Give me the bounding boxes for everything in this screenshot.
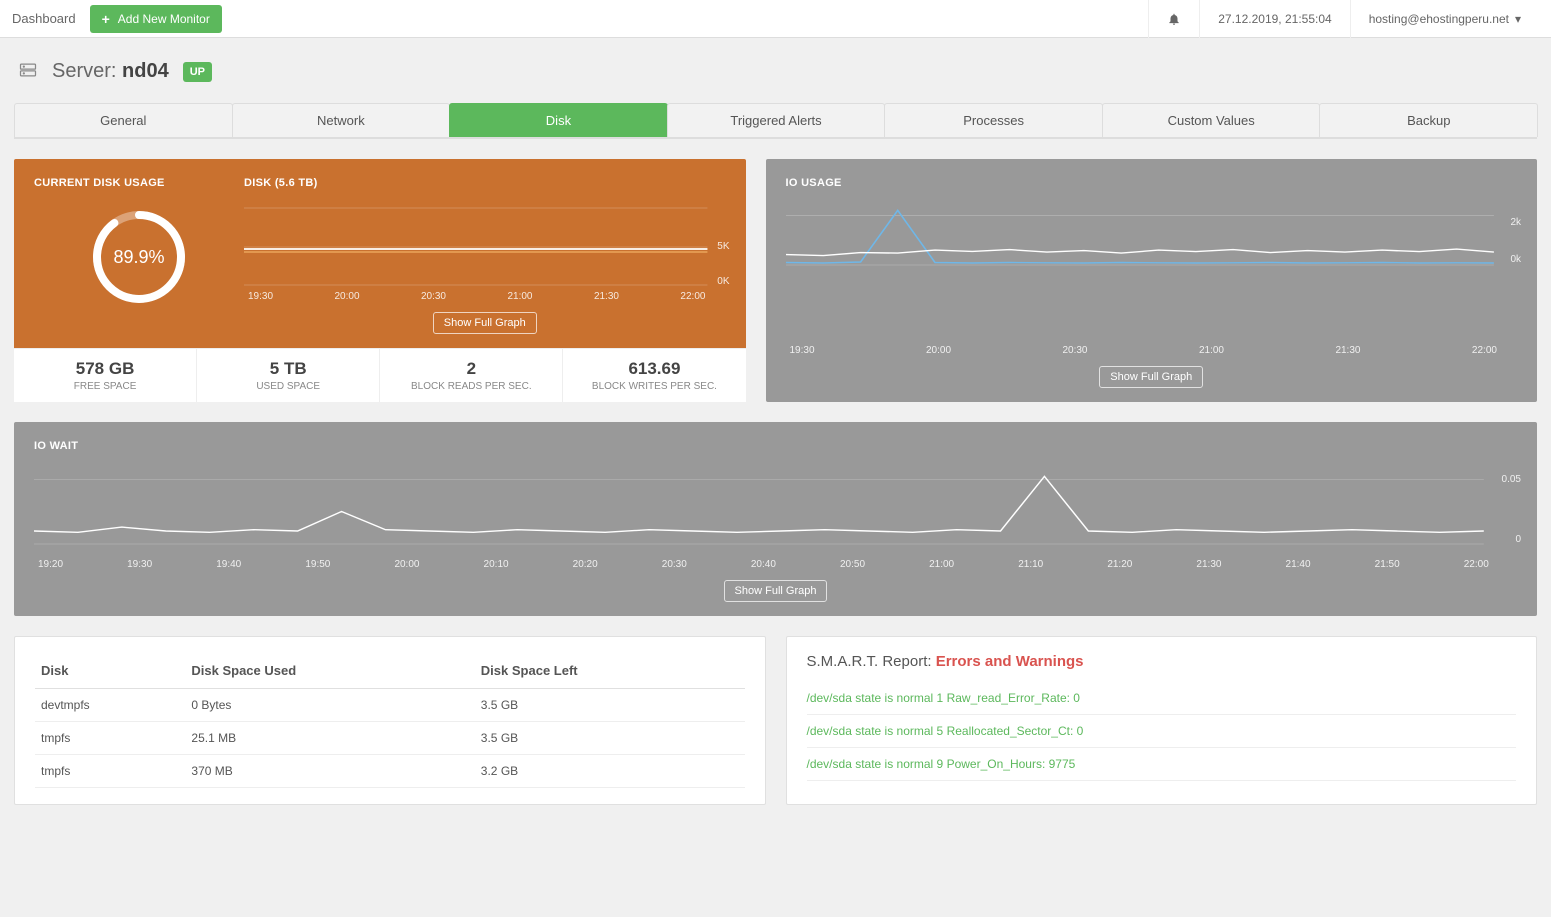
server-icon (18, 60, 38, 83)
page-header: Server: nd04 UP (0, 38, 1551, 93)
smart-report-panel: S.M.A.R.T. Report: Errors and Warnings /… (786, 636, 1538, 805)
io-wait-chart: 0.05 0 (34, 462, 1517, 555)
io-usage-chart: 2k 0k (786, 199, 1518, 341)
tab-triggered-alerts[interactable]: Triggered Alerts (667, 103, 886, 137)
table-row: devtmpfs0 Bytes3.5 GB (35, 689, 745, 722)
smart-row[interactable]: /dev/sda state is normal 9 Power_On_Hour… (807, 748, 1517, 781)
disk-table-panel: Disk Disk Space Used Disk Space Left dev… (14, 636, 766, 805)
table-row: tmpfs25.1 MB3.5 GB (35, 722, 745, 755)
bell-icon (1167, 12, 1181, 26)
disk-table: Disk Disk Space Used Disk Space Left dev… (35, 653, 745, 788)
col-used: Disk Space Used (185, 653, 474, 689)
io-wait-show-full-button[interactable]: Show Full Graph (724, 580, 828, 602)
disk-chart: 5K 0K (244, 207, 726, 287)
plus-icon: + (102, 11, 110, 27)
col-left: Disk Space Left (475, 653, 745, 689)
io-usage-panel: IO USAGE 2k 0k 19:3020:0020:3021:0021:30… (766, 159, 1538, 402)
disk-chart-title: DISK (5.6 TB) (244, 177, 726, 189)
dashboard-link[interactable]: Dashboard (12, 11, 76, 26)
io-usage-title: IO USAGE (786, 177, 1518, 189)
tab-processes[interactable]: Processes (884, 103, 1103, 137)
stat-block-reads: 2BLOCK READS PER SEC. (380, 349, 563, 402)
io-usage-x-axis: 19:3020:0020:3021:0021:3022:00 (786, 345, 1518, 356)
io-usage-show-full-button[interactable]: Show Full Graph (1099, 366, 1203, 388)
caret-down-icon: ▾ (1515, 12, 1521, 26)
user-email: hosting@ehostingperu.net (1369, 12, 1509, 26)
tab-custom-values[interactable]: Custom Values (1102, 103, 1321, 137)
smart-title: S.M.A.R.T. Report: Errors and Warnings (807, 653, 1517, 670)
tabs: General Network Disk Triggered Alerts Pr… (14, 103, 1537, 139)
stats-row: 578 GBFREE SPACE 5 TBUSED SPACE 2BLOCK R… (14, 348, 746, 402)
user-menu[interactable]: hosting@ehostingperu.net ▾ (1350, 0, 1539, 38)
tab-network[interactable]: Network (232, 103, 451, 137)
topbar: Dashboard + Add New Monitor 27.12.2019, … (0, 0, 1551, 38)
stat-block-writes: 613.69BLOCK WRITES PER SEC. (563, 349, 745, 402)
disk-usage-title: CURRENT DISK USAGE (34, 177, 165, 189)
add-monitor-label: Add New Monitor (118, 12, 210, 26)
smart-row[interactable]: /dev/sda state is normal 5 Reallocated_S… (807, 715, 1517, 748)
disk-usage-gauge: 89.9% (89, 207, 189, 307)
smart-row[interactable]: /dev/sda state is normal 1 Raw_read_Erro… (807, 682, 1517, 715)
disk-x-axis: 19:3020:0020:3021:0021:3022:00 (244, 291, 726, 302)
disk-usage-panel: CURRENT DISK USAGE 89.9% DISK (5.6 TB) 5… (14, 159, 746, 402)
status-badge: UP (183, 62, 212, 82)
add-monitor-button[interactable]: + Add New Monitor (90, 5, 222, 33)
stat-free-space: 578 GBFREE SPACE (14, 349, 197, 402)
disk-show-full-button[interactable]: Show Full Graph (433, 312, 537, 334)
page-title: Server: nd04 (52, 60, 169, 83)
notifications-button[interactable] (1148, 0, 1199, 38)
tab-general[interactable]: General (14, 103, 233, 137)
table-row: tmpfs370 MB3.2 GB (35, 755, 745, 788)
tab-disk[interactable]: Disk (449, 103, 668, 137)
io-wait-title: IO WAIT (34, 440, 1517, 452)
tab-backup[interactable]: Backup (1319, 103, 1538, 137)
stat-used-space: 5 TBUSED SPACE (197, 349, 380, 402)
col-disk: Disk (35, 653, 185, 689)
io-wait-panel: IO WAIT 0.05 0 19:2019:3019:4019:5020:00… (14, 422, 1537, 616)
datetime-display: 27.12.2019, 21:55:04 (1199, 0, 1349, 38)
io-wait-x-axis: 19:2019:3019:4019:5020:0020:1020:2020:30… (34, 559, 1517, 570)
disk-usage-percent: 89.9% (89, 207, 189, 307)
